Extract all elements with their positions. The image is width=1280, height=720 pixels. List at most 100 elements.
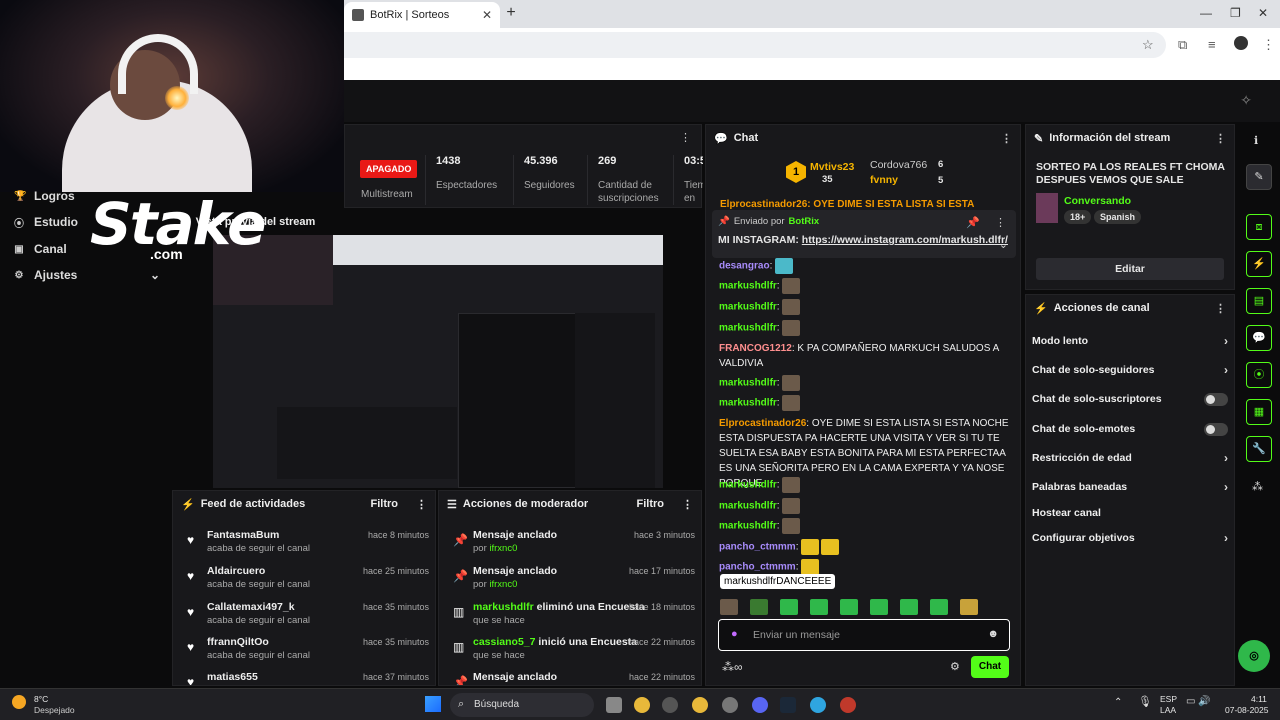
emote-button[interactable] (900, 599, 918, 615)
maximize-icon[interactable]: ❐ (1230, 6, 1241, 20)
close-tab-icon[interactable]: ✕ (482, 8, 492, 22)
bolt-tool-button[interactable]: ⚡ (1246, 251, 1272, 277)
emoji-icon[interactable]: ☻ (987, 628, 999, 640)
chevron-down-icon[interactable]: ⌄ (999, 238, 1008, 251)
list-tool-button[interactable]: ▤ (1246, 288, 1272, 314)
action-configurar-objetivos[interactable]: Configurar objetivos › (1032, 528, 1228, 548)
menu-dots-icon[interactable]: ⋮ (416, 498, 427, 511)
bookmark-star-icon[interactable]: ☆ (1142, 37, 1154, 53)
language-variant: LAA (1160, 705, 1177, 715)
chat-send-button[interactable]: Chat (971, 656, 1009, 678)
kicks-icon[interactable]: ⁂ (1252, 480, 1263, 493)
chrome-active-icon[interactable] (692, 697, 708, 713)
microphone-icon: ● (731, 628, 738, 640)
unpin-icon[interactable]: 📌 (966, 216, 980, 229)
sidebar-item-label: Logros (34, 189, 75, 203)
info-icon[interactable]: ℹ (1254, 134, 1258, 147)
address-input[interactable] (344, 32, 1166, 58)
menu-dots-icon[interactable]: ⋮ (1215, 302, 1226, 315)
obs-icon[interactable] (662, 697, 678, 713)
feed-filter-button[interactable]: Filtro (371, 498, 399, 510)
emote-button[interactable] (750, 599, 768, 615)
minimize-icon[interactable]: — (1200, 6, 1212, 20)
kicks-icon[interactable]: ⁂∞ (722, 660, 743, 674)
windows-start-icon[interactable] (425, 696, 441, 712)
action-restriccion-edad[interactable]: Restricción de edad › (1032, 448, 1228, 468)
channel-icon: ▣ (14, 243, 24, 255)
emote-button[interactable] (960, 599, 978, 615)
language-badge: Spanish (1094, 210, 1142, 224)
close-window-icon[interactable]: ✕ (1258, 6, 1268, 20)
kick-logo-icon: ✧ (1240, 92, 1252, 108)
chevron-right-icon: › (1224, 480, 1228, 494)
settings-icon[interactable]: ⚙ (950, 660, 960, 673)
edit-tool-button[interactable]: ✎ (1246, 164, 1272, 190)
pin-icon: 📌 (453, 533, 468, 547)
menu-dots-icon[interactable]: ⋮ (995, 216, 1006, 229)
chat-message: markushdlfr: (719, 278, 1009, 294)
sidebar-item-canal[interactable]: ▣ Canal (14, 239, 66, 259)
edit-button[interactable]: Editar (1036, 258, 1224, 280)
wrench-tool-button[interactable]: 🔧 (1246, 436, 1272, 462)
emote-image (821, 539, 840, 555)
action-hostear-canal[interactable]: Hostear canal (1032, 503, 1228, 523)
emote-image (782, 278, 801, 294)
extensions-icon[interactable]: ⧉ (1178, 37, 1187, 53)
clock-time[interactable]: 4:11 (1251, 694, 1267, 704)
broadcast-tool-button[interactable]: ⦿ (1246, 362, 1272, 388)
emote-button[interactable] (810, 599, 828, 615)
action-solo-seguidores[interactable]: Chat de solo-seguidores › (1032, 360, 1228, 380)
sidebar-item-label: Ajustes (34, 268, 78, 282)
menu-dots-icon[interactable]: ⋮ (1215, 132, 1226, 145)
media-player-icon[interactable] (722, 697, 738, 713)
chrome-icon[interactable] (634, 697, 650, 713)
chevron-up-icon[interactable]: ⌃ (1114, 697, 1122, 708)
emote-tooltip: markushdlfrDANCEEEE (720, 574, 836, 589)
sidebar-item-estudio[interactable]: ⦿ Estudio (14, 212, 78, 232)
menu-dots-icon[interactable]: ⋮ (1001, 132, 1012, 145)
stat-tiempo: 03:5Tiem en vi (673, 155, 703, 205)
sidebar-item-label: Estudio (34, 215, 78, 229)
help-button[interactable]: ◎ (1238, 640, 1270, 672)
camera-tool-button[interactable]: ⧈ (1246, 214, 1272, 240)
preview-chat (458, 313, 576, 488)
chat-message: markushdlfr: (719, 518, 1009, 534)
chat-tool-button[interactable]: 💬 (1246, 325, 1272, 351)
clock-date: 07-08-2025 (1225, 705, 1269, 715)
sidebar-item-logros[interactable]: 🏆 Logros (14, 186, 75, 206)
sidebar-item-ajustes[interactable]: ⚙ Ajustes ⌄ (14, 265, 160, 285)
emote-button[interactable] (870, 599, 888, 615)
poll-icon: ▥ (453, 640, 465, 654)
action-palabras-baneadas[interactable]: Palabras baneadas › (1032, 477, 1228, 497)
profile-avatar[interactable] (1234, 36, 1248, 50)
emote-button[interactable] (840, 599, 858, 615)
list-item: ♥ Aldaircuero acaba de seguir el canal hace… (187, 565, 429, 590)
mod-tool-button[interactable]: ▦ (1246, 399, 1272, 425)
emote-button[interactable] (930, 599, 948, 615)
chat-input[interactable]: ● Enviar un mensaje ☻ (718, 619, 1010, 651)
emote-button[interactable] (780, 599, 798, 615)
language-indicator[interactable]: ESP (1160, 694, 1177, 704)
edge-icon[interactable] (810, 697, 826, 713)
browser-tab[interactable]: BotRix | Sorteos ✕ (344, 2, 500, 28)
mod-filter-button[interactable]: Filtro (637, 498, 665, 510)
task-view-icon[interactable] (606, 697, 622, 713)
menu-icon[interactable]: ⋮ (1262, 37, 1275, 53)
action-modo-lento[interactable]: Modo lento › (1032, 331, 1228, 351)
network-icon[interactable]: ▭ 🔊 (1186, 696, 1211, 707)
media-icon[interactable]: ≡ (1208, 37, 1216, 52)
menu-dots-icon[interactable]: ⋮ (682, 498, 693, 511)
new-tab-button[interactable]: + (502, 5, 520, 23)
microphone-icon[interactable]: 🎙 (1138, 695, 1152, 708)
discord-icon[interactable] (752, 697, 768, 713)
pinned-message: 📌 Enviado por BotRix 📌 ⋮ MI INSTAGRAM: h… (712, 210, 1016, 258)
menu-dots-icon[interactable]: ⋮ (680, 131, 691, 144)
toggle-switch[interactable] (1204, 422, 1228, 436)
instagram-link[interactable]: https://www.instagram.com/markush.dlfr/ (802, 234, 1008, 246)
emote-button[interactable] (720, 599, 738, 615)
taskbar-search[interactable]: ⌕ Búsqueda (450, 693, 594, 717)
emote-bar (720, 599, 1008, 615)
app-icon[interactable] (840, 697, 856, 713)
steam-icon[interactable] (780, 697, 796, 713)
toggle-switch[interactable] (1204, 392, 1228, 406)
